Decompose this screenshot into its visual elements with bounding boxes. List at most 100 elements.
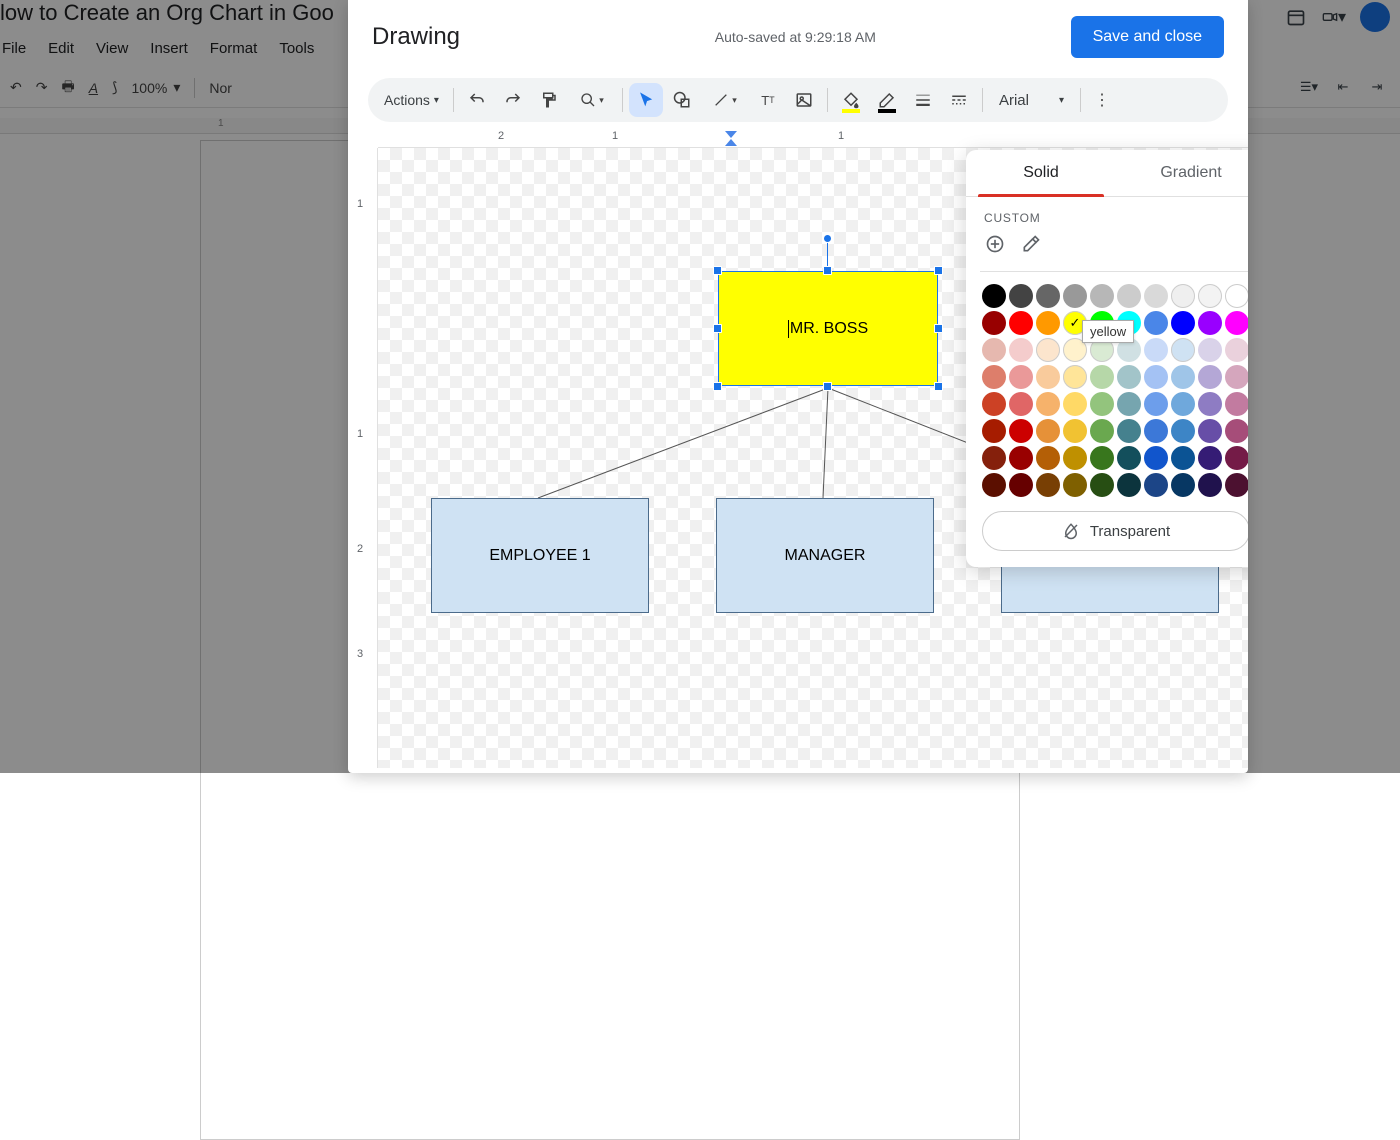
color-swatch[interactable] <box>1171 284 1195 308</box>
color-swatch[interactable] <box>982 446 1006 470</box>
handle-se[interactable] <box>934 382 943 391</box>
color-swatch[interactable] <box>1225 311 1248 335</box>
border-color-button[interactable] <box>870 83 904 117</box>
handle-w[interactable] <box>713 324 722 333</box>
color-swatch[interactable] <box>1225 419 1248 443</box>
border-weight-button[interactable] <box>906 83 940 117</box>
color-swatch[interactable] <box>1036 446 1060 470</box>
color-swatch[interactable] <box>1144 365 1168 389</box>
handle-ne[interactable] <box>934 266 943 275</box>
handle-n[interactable] <box>823 266 832 275</box>
color-swatch[interactable] <box>1063 473 1087 497</box>
actions-menu[interactable]: Actions▾ <box>376 92 447 108</box>
handle-s[interactable] <box>823 382 832 391</box>
color-swatch[interactable] <box>1009 419 1033 443</box>
color-swatch[interactable] <box>1036 419 1060 443</box>
fill-color-button[interactable] <box>834 83 868 117</box>
color-swatch[interactable] <box>1198 392 1222 416</box>
line-tool[interactable]: ▾ <box>701 83 749 117</box>
color-swatch[interactable] <box>1036 338 1060 362</box>
color-swatch[interactable] <box>982 473 1006 497</box>
color-swatch[interactable] <box>1090 284 1114 308</box>
text-tool[interactable]: TT <box>751 83 785 117</box>
color-swatch[interactable] <box>1225 392 1248 416</box>
shape-manager[interactable]: MANAGER <box>716 498 934 613</box>
tab-gradient[interactable]: Gradient <box>1116 150 1248 196</box>
color-swatch[interactable] <box>1009 473 1033 497</box>
color-swatch[interactable] <box>1036 365 1060 389</box>
select-tool[interactable] <box>629 83 663 117</box>
eyedropper-icon[interactable] <box>1020 233 1042 255</box>
color-swatch[interactable] <box>1009 311 1033 335</box>
color-swatch[interactable] <box>1009 446 1033 470</box>
color-swatch[interactable] <box>1198 473 1222 497</box>
color-swatch[interactable] <box>1063 446 1087 470</box>
color-swatch[interactable] <box>1063 419 1087 443</box>
color-swatch[interactable] <box>1171 419 1195 443</box>
color-swatch[interactable] <box>1171 392 1195 416</box>
more-options-icon[interactable]: ⋮ <box>1087 90 1117 110</box>
color-swatch[interactable] <box>1009 284 1033 308</box>
undo-icon[interactable] <box>460 83 494 117</box>
shape-tool[interactable] <box>665 83 699 117</box>
color-swatch[interactable] <box>1036 392 1060 416</box>
shape-employee1[interactable]: EMPLOYEE 1 <box>431 498 649 613</box>
color-swatch[interactable] <box>1063 392 1087 416</box>
color-swatch[interactable] <box>1171 338 1195 362</box>
color-swatch[interactable] <box>1144 311 1168 335</box>
color-swatch[interactable] <box>1117 446 1141 470</box>
color-swatch[interactable] <box>1171 311 1195 335</box>
color-swatch[interactable] <box>1036 311 1060 335</box>
color-swatch[interactable] <box>1090 473 1114 497</box>
color-swatch[interactable] <box>1063 365 1087 389</box>
color-swatch[interactable] <box>1036 284 1060 308</box>
save-and-close-button[interactable]: Save and close <box>1071 16 1224 58</box>
color-swatch[interactable] <box>1144 419 1168 443</box>
color-swatch[interactable] <box>1009 365 1033 389</box>
color-swatch[interactable] <box>1171 446 1195 470</box>
color-swatch[interactable] <box>1225 446 1248 470</box>
color-swatch[interactable] <box>1198 284 1222 308</box>
color-swatch[interactable] <box>1117 419 1141 443</box>
paint-format-icon[interactable] <box>532 83 566 117</box>
color-swatch[interactable] <box>1171 365 1195 389</box>
color-swatch[interactable] <box>1225 284 1248 308</box>
color-swatch[interactable] <box>1144 392 1168 416</box>
shape-boss[interactable]: MR. BOSS <box>718 271 938 386</box>
handle-e[interactable] <box>934 324 943 333</box>
color-swatch[interactable] <box>1144 284 1168 308</box>
drawing-canvas[interactable]: MR. BOSS EMPLOYEE 1 MANAGER EMPLOYEE 2 S… <box>378 148 1248 768</box>
color-swatch[interactable] <box>1225 338 1248 362</box>
color-swatch[interactable] <box>1117 473 1141 497</box>
transparent-button[interactable]: Transparent <box>982 511 1248 551</box>
color-swatch[interactable] <box>1144 473 1168 497</box>
color-swatch[interactable] <box>1225 365 1248 389</box>
color-swatch[interactable] <box>1198 338 1222 362</box>
color-swatch[interactable] <box>1090 392 1114 416</box>
color-swatch[interactable] <box>982 365 1006 389</box>
add-custom-color-icon[interactable] <box>984 233 1006 255</box>
rotation-handle[interactable] <box>823 234 832 243</box>
color-swatch[interactable] <box>1144 338 1168 362</box>
color-swatch[interactable] <box>1063 284 1087 308</box>
color-swatch[interactable] <box>1090 419 1114 443</box>
color-swatch[interactable] <box>1117 284 1141 308</box>
color-swatch[interactable] <box>982 311 1006 335</box>
color-swatch[interactable] <box>1198 311 1222 335</box>
color-swatch[interactable] <box>1198 419 1222 443</box>
color-swatch[interactable] <box>982 284 1006 308</box>
color-swatch[interactable] <box>1144 446 1168 470</box>
handle-nw[interactable] <box>713 266 722 275</box>
handle-sw[interactable] <box>713 382 722 391</box>
border-dash-button[interactable] <box>942 83 976 117</box>
zoom-menu[interactable]: ▾ <box>568 83 616 117</box>
color-swatch[interactable] <box>1171 473 1195 497</box>
color-swatch[interactable] <box>1198 365 1222 389</box>
color-swatch[interactable] <box>1225 473 1248 497</box>
color-swatch[interactable] <box>982 338 1006 362</box>
color-swatch[interactable] <box>1090 365 1114 389</box>
color-swatch[interactable] <box>1009 338 1033 362</box>
color-swatch[interactable] <box>982 419 1006 443</box>
redo-icon[interactable] <box>496 83 530 117</box>
color-swatch[interactable] <box>1090 446 1114 470</box>
